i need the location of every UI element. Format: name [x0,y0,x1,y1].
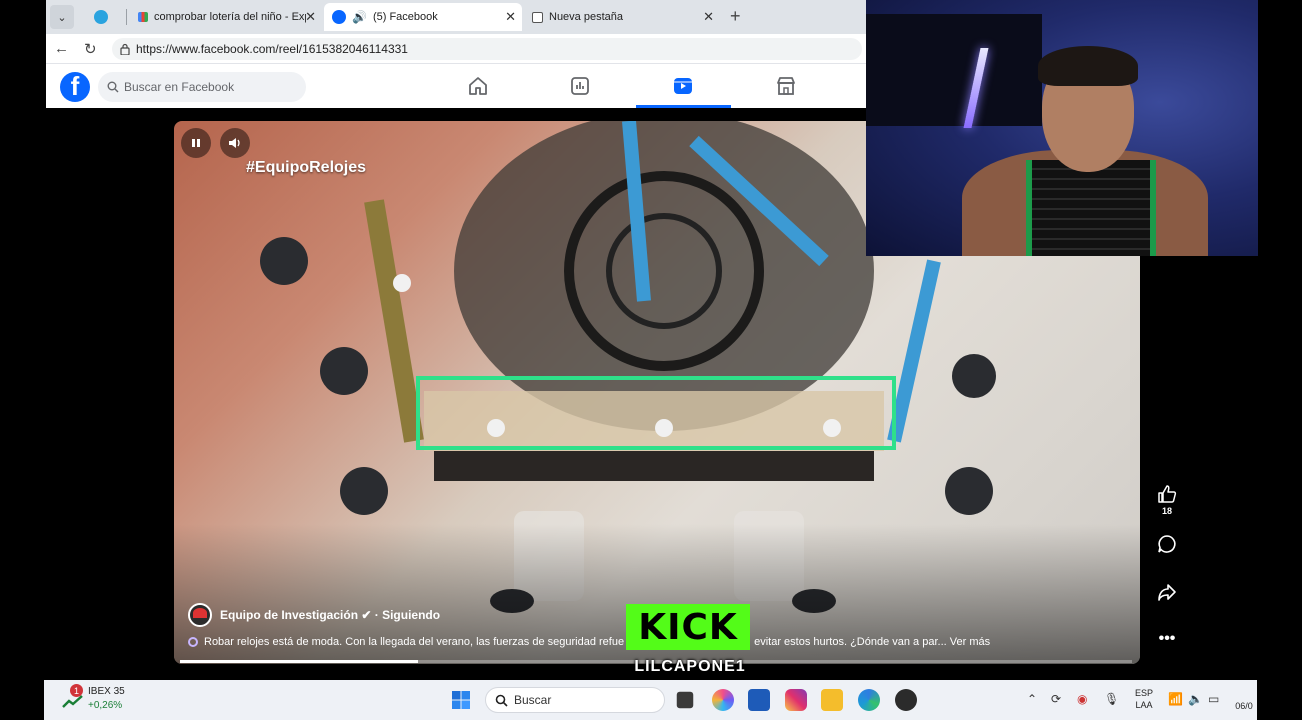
highlight-rectangle [416,376,896,450]
volume-icon [229,138,240,148]
reel-hashtag[interactable]: #EquipoRelojes [246,159,366,177]
tab-facebook[interactable]: 🔊 (5) Facebook ✕ [324,3,522,31]
speaker-icon[interactable]: 🔈 [1188,692,1203,706]
facebook-search-input[interactable]: Buscar en Facebook [98,72,306,102]
language-code: ESP [1134,688,1153,698]
comment-button[interactable] [1150,534,1184,554]
language-indicator[interactable]: ESP LAA [1132,687,1156,711]
like-icon [1158,485,1177,503]
taskbar-search-label: Buscar [514,693,552,707]
kick-logo: KICK [626,604,750,650]
author-avatar[interactable] [188,603,212,627]
refresh-icon[interactable]: ↻ [84,40,97,58]
tab-label: comprobar lotería del niño - Explo [154,11,306,23]
tab-strip: ⌄ comprobar lotería del niño - Explo ✕ 🔊… [46,0,866,34]
url-field[interactable]: https://www.facebook.com/reel/1615382046… [112,38,862,60]
notification-badge: 1 [70,684,83,697]
browser-window: ⌄ comprobar lotería del niño - Explo ✕ 🔊… [46,0,866,108]
taskbar-search[interactable]: Buscar [485,687,665,713]
speaker-icon[interactable]: 🔊 [352,10,367,24]
tab-menu-button[interactable]: ⌄ [50,5,74,29]
lock-icon [120,43,130,55]
lightning-poster [866,14,1042,128]
tab-label: Nueva pestaña [549,11,623,23]
webcam-overlay [866,0,1258,256]
microphone-icon[interactable]: 🎙 [1104,692,1119,706]
search-favicon-icon [138,12,148,22]
tab-search[interactable]: comprobar lotería del niño - Explo ✕ [130,3,322,31]
search-placeholder: Buscar en Facebook [124,80,235,94]
reel-caption[interactable]: Robar relojes está de moda. Con la llega… [188,636,990,648]
new-tab-button[interactable]: + [730,6,741,27]
tab-telegram[interactable] [86,3,126,31]
facebook-icon [332,10,346,24]
windows-start-icon[interactable] [450,689,472,711]
author-name: Equipo de Investigación ✔ · Siguiendo [220,608,441,622]
tab-newtab[interactable]: Nueva pestaña ✕ [524,3,720,31]
wifi-icon[interactable]: 📶 [1168,692,1183,706]
reels-icon[interactable] [671,74,695,98]
progress-fill [180,660,418,663]
home-icon[interactable] [466,74,490,98]
share-button[interactable] [1150,582,1184,602]
telegram-icon [94,10,108,24]
facebook-logo[interactable]: f [60,72,90,102]
dashboard-icon[interactable] [568,74,592,98]
close-icon[interactable]: ✕ [703,9,714,25]
file-explorer-icon[interactable] [821,689,843,711]
close-icon[interactable]: ✕ [305,9,316,25]
url-text: https://www.facebook.com/reel/1615382046… [136,42,408,56]
pause-button[interactable] [181,128,211,158]
store-icon[interactable] [748,689,770,711]
facebook-header: f Buscar en Facebook [46,64,866,108]
close-icon[interactable]: ✕ [505,9,516,25]
clock[interactable]: 06/0 [1232,700,1256,712]
stock-name: IBEX 35 [88,686,125,697]
streamer-shirt [1026,160,1156,256]
address-bar: ← ↻ https://www.facebook.com/reel/161538… [46,34,866,64]
caption-text: Robar relojes está de moda. Con la llega… [204,636,625,648]
stock-change: +0,26% [88,700,123,711]
tab-label: (5) Facebook [372,11,438,23]
marketplace-icon[interactable] [774,74,798,98]
like-count: 18 [1161,506,1172,516]
tab-separator [126,9,127,25]
task-view-icon[interactable] [676,691,694,709]
tray-chevron-icon[interactable]: ⌃ [1027,692,1037,706]
streamer-hair [1038,46,1138,86]
battery-icon[interactable]: ▭ [1208,692,1219,706]
more-icon: ••• [1158,630,1176,647]
screen: ⌄ comprobar lotería del niño - Explo ✕ 🔊… [0,0,1302,720]
search-icon [107,81,119,93]
pause-icon [192,139,200,147]
copilot-icon[interactable] [712,689,734,711]
keyboard-layout: LAA [1135,700,1153,710]
app-icon[interactable] [895,689,917,711]
caption-tail[interactable]: evitar estos hurtos. ¿Dónde van a par...… [754,636,990,648]
reel-author[interactable]: Equipo de Investigación ✔ · Siguiendo [188,603,440,627]
share-icon [1158,584,1176,601]
search-icon [495,694,508,707]
taskbar: 1 IBEX 35 +0,26% Buscar ⌃ ⟳ ◉ 🎙 ESP LAA … [44,680,1257,720]
more-button[interactable]: ••• [1150,630,1184,648]
edge-icon[interactable] [858,689,880,711]
newtab-icon [532,11,543,23]
security-icon[interactable]: ◉ [1077,692,1087,706]
back-arrow-icon[interactable]: ← [54,40,69,57]
instagram-icon[interactable] [785,689,807,711]
sync-icon[interactable]: ⟳ [1051,692,1061,706]
like-button[interactable]: 18 [1150,484,1184,516]
comment-icon [1158,535,1176,553]
caption-icon [188,637,198,647]
kick-username: LILCAPONE1 [634,658,746,675]
volume-button[interactable] [220,128,250,158]
